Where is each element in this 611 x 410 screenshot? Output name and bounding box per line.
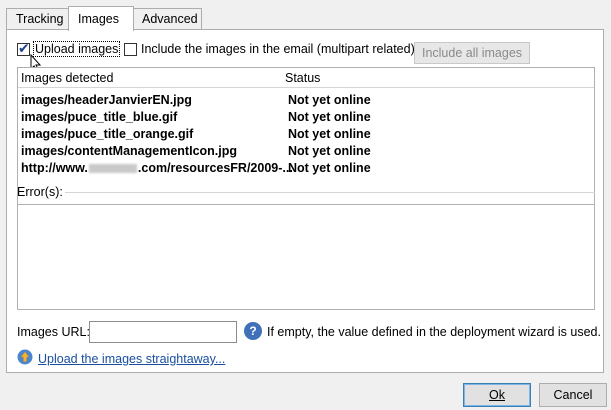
errors-box[interactable] (17, 204, 595, 310)
images-panel: ✔ Upload images Include the images in th… (6, 29, 604, 373)
tab-advanced-label: Advanced (142, 12, 198, 26)
help-icon[interactable]: ? (244, 322, 262, 340)
column-header-images-detected[interactable]: Images detected (21, 71, 113, 85)
image-status: Not yet online (288, 110, 371, 124)
column-header-status[interactable]: Status (285, 71, 320, 85)
upload-images-link[interactable]: Upload the images straightaway... (38, 352, 225, 366)
images-url-hint: If empty, the value defined in the deplo… (267, 325, 601, 339)
include-all-images-button[interactable]: Include all images (414, 42, 530, 64)
list-header: Images detected Status (18, 68, 594, 88)
images-detected-list[interactable]: Images detected Status images/headerJanv… (17, 67, 595, 211)
image-path: http://www. .com/resourcesFR/2009-... (21, 161, 293, 175)
upload-cloud-icon (17, 349, 33, 365)
image-path: images/headerJanvierEN.jpg (21, 93, 192, 107)
include-images-label[interactable]: Include the images in the email (multipa… (141, 42, 415, 56)
cancel-button[interactable]: Cancel (539, 383, 607, 407)
image-status: Not yet online (288, 93, 371, 107)
cancel-button-label: Cancel (553, 388, 593, 402)
image-path: images/puce_title_blue.gif (21, 110, 178, 124)
image-status: Not yet online (288, 144, 371, 158)
images-url-label: Images URL: (17, 325, 90, 339)
redacted-domain (88, 164, 137, 174)
ok-button[interactable]: Ok (463, 383, 531, 407)
upload-images-checkbox-box[interactable]: ✔ (17, 40, 30, 56)
list-item[interactable]: images/puce_title_blue.gif Not yet onlin… (18, 109, 594, 126)
list-item[interactable]: images/contentManagementIcon.jpg Not yet… (18, 143, 594, 160)
ok-button-label: Ok (489, 388, 505, 402)
tab-images[interactable]: Images (68, 6, 134, 31)
image-path: images/contentManagementIcon.jpg (21, 144, 238, 158)
list-item[interactable]: images/headerJanvierEN.jpg Not yet onlin… (18, 92, 594, 109)
errors-label: Error(s): (17, 185, 63, 199)
list-item[interactable]: images/puce_title_orange.gif Not yet onl… (18, 126, 594, 143)
tab-images-label: Images (78, 12, 119, 26)
list-item[interactable]: http://www. .com/resourcesFR/2009-... Not… (18, 160, 594, 177)
errors-divider (65, 192, 595, 193)
tab-tracking[interactable]: Tracking (6, 8, 70, 30)
image-status: Not yet online (288, 127, 371, 141)
checkmark-icon: ✔ (18, 40, 30, 56)
include-images-checkbox-box[interactable] (124, 43, 137, 56)
image-url-suffix: .com/resourcesFR/2009-... (137, 161, 293, 175)
image-path: images/puce_title_orange.gif (21, 127, 194, 141)
image-url-prefix: http://www. (21, 161, 88, 175)
upload-images-label[interactable]: Upload images (33, 41, 121, 57)
image-status: Not yet online (288, 161, 371, 175)
tab-tracking-label: Tracking (16, 12, 64, 26)
images-url-input[interactable] (89, 321, 237, 343)
tab-advanced[interactable]: Advanced (132, 8, 202, 30)
